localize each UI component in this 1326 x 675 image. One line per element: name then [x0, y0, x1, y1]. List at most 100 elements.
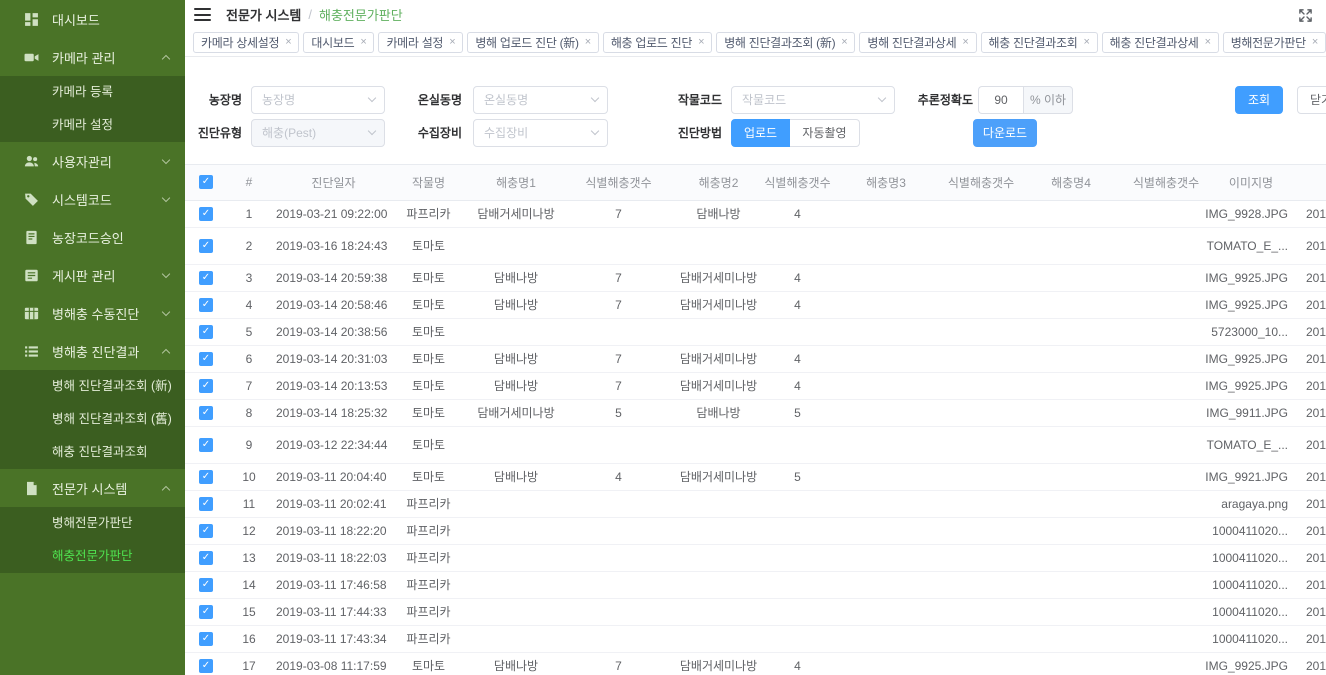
sidebar-subitem-pest-results[interactable]: 해충 진단결과조회	[0, 436, 185, 469]
row-checkbox[interactable]	[199, 470, 213, 484]
table-row[interactable]: 142019-03-11 17:46:58파프리카1000411020...20…	[185, 572, 1326, 599]
tab-disease-diagnosis-results-new[interactable]: 병해 진단결과조회 (新)×	[716, 32, 855, 53]
method-auto-button[interactable]: 자동촬영	[790, 119, 860, 147]
farm-select[interactable]: 농장명	[251, 86, 385, 114]
table-row[interactable]: 52019-03-14 20:38:56토마토5723000_10...2019	[185, 319, 1326, 346]
row-checkbox[interactable]	[199, 298, 213, 312]
diagnosis-type-select[interactable]: 해충(Pest)	[251, 119, 385, 147]
cell-crop: 파프리카	[396, 205, 461, 222]
tab-disease-expert-judgment[interactable]: 병해전문가판단×	[1223, 32, 1326, 53]
row-checkbox[interactable]	[199, 207, 213, 221]
table-row[interactable]: 42019-03-14 20:58:46토마토담배나방7담배거세미나방4IMG_…	[185, 292, 1326, 319]
cell-pest1: 담배나방	[461, 657, 571, 674]
sidebar-item-user-management[interactable]: 사용자관리	[0, 142, 185, 180]
sidebar-subitem-camera-settings[interactable]: 카메라 설정	[0, 109, 185, 142]
row-checkbox[interactable]	[199, 406, 213, 420]
crop-code-select[interactable]: 작물코드	[731, 86, 895, 114]
row-checkbox[interactable]	[199, 352, 213, 366]
tab-close-icon[interactable]: ×	[1083, 37, 1089, 48]
tab-close-icon[interactable]: ×	[962, 37, 968, 48]
tab-pest-diagnosis-results[interactable]: 해충 진단결과조회×	[981, 32, 1098, 53]
close-button[interactable]: 닫기	[1297, 86, 1326, 114]
tab-close-icon[interactable]: ×	[1205, 37, 1211, 48]
method-upload-button[interactable]: 업로드	[731, 119, 790, 147]
row-checkbox[interactable]	[199, 632, 213, 646]
table-row[interactable]: 112019-03-11 20:02:41파프리카aragaya.png2019	[185, 491, 1326, 518]
tab-close-icon[interactable]: ×	[360, 37, 366, 48]
sidebar-item-expert-system[interactable]: 전문가 시스템	[0, 469, 185, 507]
cell-check	[185, 551, 227, 565]
row-checkbox[interactable]	[199, 659, 213, 673]
cell-num: 12	[227, 524, 271, 538]
cell-date2: 2018	[1298, 298, 1326, 312]
tab-camera-settings[interactable]: 카메라 설정×	[378, 32, 463, 53]
sidebar-item-dashboard[interactable]: 대시보드	[0, 0, 185, 38]
sidebar-item-camera-management[interactable]: 카메라 관리	[0, 38, 185, 76]
table-row[interactable]: 132019-03-11 18:22:03파프리카1000411020...20…	[185, 545, 1326, 572]
row-checkbox[interactable]	[199, 379, 213, 393]
row-checkbox[interactable]	[199, 325, 213, 339]
sidebar-subitem-disease-expert-judgment[interactable]: 병해전문가판단	[0, 507, 185, 540]
tab-pest-upload-diagnosis[interactable]: 해충 업로드 진단×	[603, 32, 712, 53]
cell-check	[185, 325, 227, 339]
sidebar-item-board-management[interactable]: 게시판 관리	[0, 256, 185, 294]
tab-close-icon[interactable]: ×	[585, 37, 591, 48]
sidebar-subitem-camera-register[interactable]: 카메라 등록	[0, 76, 185, 109]
download-button[interactable]: 다운로드	[973, 119, 1037, 147]
tab-disease-upload-diagnosis-new[interactable]: 병해 업로드 진단 (新)×	[467, 32, 599, 53]
tab-close-icon[interactable]: ×	[449, 37, 455, 48]
tab-pest-diagnosis-detail[interactable]: 해충 진단결과상세×	[1102, 32, 1219, 53]
table-row[interactable]: 102019-03-11 20:04:40토마토담배나방4담배거세미나방5IMG…	[185, 464, 1326, 491]
row-checkbox[interactable]	[199, 497, 213, 511]
row-checkbox[interactable]	[199, 271, 213, 285]
cell-date: 2019-03-14 20:38:56	[271, 325, 396, 339]
table-row[interactable]: 122019-03-11 18:22:20파프리카1000411020...20…	[185, 518, 1326, 545]
select-all-checkbox[interactable]	[199, 175, 213, 189]
tab-close-icon[interactable]: ×	[698, 37, 704, 48]
cell-image: IMG_9928.JPG	[1204, 207, 1298, 221]
cell-date2: 2019	[1298, 438, 1326, 452]
row-checkbox[interactable]	[199, 524, 213, 538]
row-checkbox[interactable]	[199, 239, 213, 253]
table-row[interactable]: 172019-03-08 11:17:59토마토담배나방7담배거세미나방4IMG…	[185, 653, 1326, 675]
table-row[interactable]: 22019-03-16 18:24:43토마토TOMATO_E_...2019	[185, 228, 1326, 265]
greenhouse-label: 온실동명	[385, 91, 462, 108]
sidebar-subitem-pest-expert-judgment[interactable]: 해충전문가판단	[0, 540, 185, 573]
table-row[interactable]: 32019-03-14 20:59:38토마토담배나방7담배거세미나방4IMG_…	[185, 265, 1326, 292]
sidebar-item-system-code[interactable]: 시스템코드	[0, 180, 185, 218]
fullscreen-icon[interactable]	[1298, 8, 1313, 23]
table-row[interactable]: 92019-03-12 22:34:44토마토TOMATO_E_...2019	[185, 427, 1326, 464]
table-row[interactable]: 82019-03-14 18:25:32토마토담배거세미나방5담배나방5IMG_…	[185, 400, 1326, 427]
table-row[interactable]: 62019-03-14 20:31:03토마토담배나방7담배거세미나방4IMG_…	[185, 346, 1326, 373]
cell-pest2: 담배거세미나방	[666, 377, 771, 394]
menu-icon[interactable]	[194, 8, 211, 21]
tab-label: 대시보드	[311, 34, 354, 51]
greenhouse-select[interactable]: 온실동명	[473, 86, 608, 114]
tab-camera-detail-settings[interactable]: 카메라 상세설정×	[193, 32, 299, 53]
sidebar-item-pest-diagnosis-results[interactable]: 병해충 진단결과	[0, 332, 185, 370]
cell-check	[185, 207, 227, 221]
sidebar-item-pest-manual-diagnosis[interactable]: 병해충 수동진단	[0, 294, 185, 332]
table-row[interactable]: 162019-03-11 17:43:34파프리카1000411020...20…	[185, 626, 1326, 653]
chevron-down-icon	[368, 127, 376, 135]
search-button[interactable]: 조회	[1235, 86, 1283, 114]
tab-disease-diagnosis-detail[interactable]: 병해 진단결과상세×	[859, 32, 976, 53]
tab-dashboard[interactable]: 대시보드 ×	[303, 32, 374, 53]
row-checkbox[interactable]	[199, 605, 213, 619]
tab-close-icon[interactable]: ×	[1312, 37, 1318, 48]
accuracy-input[interactable]	[978, 86, 1023, 114]
sidebar-subitem-disease-results-new[interactable]: 병해 진단결과조회 (新)	[0, 370, 185, 403]
table-row[interactable]: 72019-03-14 20:13:53토마토담배나방7담배거세미나방4IMG_…	[185, 373, 1326, 400]
row-checkbox[interactable]	[199, 551, 213, 565]
table-body: 12019-03-21 09:22:00파프리카담배거세미나방7담배나방4IMG…	[185, 201, 1326, 675]
sidebar-subitem-disease-results-old[interactable]: 병해 진단결과조회 (舊)	[0, 403, 185, 436]
sidebar-item-farm-code-approval[interactable]: 농장코드승인	[0, 218, 185, 256]
row-checkbox[interactable]	[199, 578, 213, 592]
table-row[interactable]: 152019-03-11 17:44:33파프리카1000411020...20…	[185, 599, 1326, 626]
row-checkbox[interactable]	[199, 438, 213, 452]
cell-pest1: 담배거세미나방	[461, 205, 571, 222]
device-select[interactable]: 수집장비	[473, 119, 608, 147]
tab-close-icon[interactable]: ×	[285, 37, 291, 48]
tab-close-icon[interactable]: ×	[841, 37, 847, 48]
table-row[interactable]: 12019-03-21 09:22:00파프리카담배거세미나방7담배나방4IMG…	[185, 201, 1326, 228]
